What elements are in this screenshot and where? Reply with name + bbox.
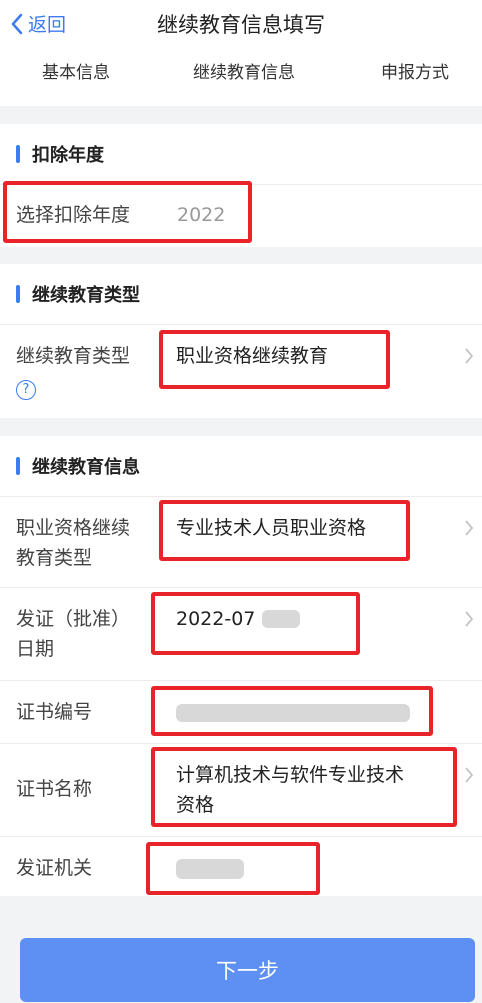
tab-edu-info[interactable]: 继续教育信息 (193, 58, 295, 83)
certificate-name-label: 证书名称 (16, 778, 93, 800)
tab-bar: 基本信息 继续教育信息 申报方式 (0, 48, 482, 106)
issue-date-label-line1: 发证（批准） (16, 608, 131, 630)
highlight-box (159, 330, 390, 389)
section-title: 扣除年度 (32, 145, 104, 166)
edu-type-label: 继续教育类型 (16, 345, 131, 367)
chevron-left-icon (11, 13, 23, 34)
chevron-right-icon (465, 348, 474, 364)
highlight-box (151, 592, 360, 655)
qualification-type-label-line1: 职业资格继续 (16, 517, 131, 539)
section-accent-bar (16, 285, 20, 303)
back-button[interactable]: 返回 (10, 10, 66, 37)
section-header: 继续教育信息 (0, 436, 482, 496)
highlight-box (3, 181, 252, 243)
qualification-type-label-line2: 教育类型 (16, 547, 93, 569)
chevron-right-icon (465, 611, 474, 627)
section-header: 扣除年度 (0, 124, 482, 184)
highlight-box (146, 842, 320, 895)
nav-bar: 返回 继续教育信息填写 (0, 0, 482, 48)
section-header: 继续教育类型 (0, 264, 482, 324)
tab-declare-method[interactable]: 申报方式 (381, 58, 449, 83)
highlight-box (151, 686, 433, 736)
issuing-authority-label: 发证机关 (16, 857, 93, 879)
next-step-button[interactable]: 下一步 (20, 938, 475, 1002)
certificate-number-label: 证书编号 (16, 701, 93, 723)
chevron-right-icon (465, 520, 474, 536)
issue-date-label-line2: 日期 (16, 638, 55, 660)
page-title: 继续教育信息填写 (157, 13, 325, 37)
section-title: 继续教育信息 (32, 457, 140, 478)
section-title: 继续教育类型 (32, 285, 140, 306)
back-label: 返回 (28, 14, 67, 36)
chevron-right-icon (465, 767, 474, 783)
highlight-box (159, 500, 410, 561)
section-accent-bar (16, 457, 20, 475)
tab-basic-info[interactable]: 基本信息 (42, 58, 110, 83)
help-icon[interactable]: ? (16, 380, 36, 400)
highlight-box (151, 747, 457, 827)
section-accent-bar (16, 145, 20, 163)
